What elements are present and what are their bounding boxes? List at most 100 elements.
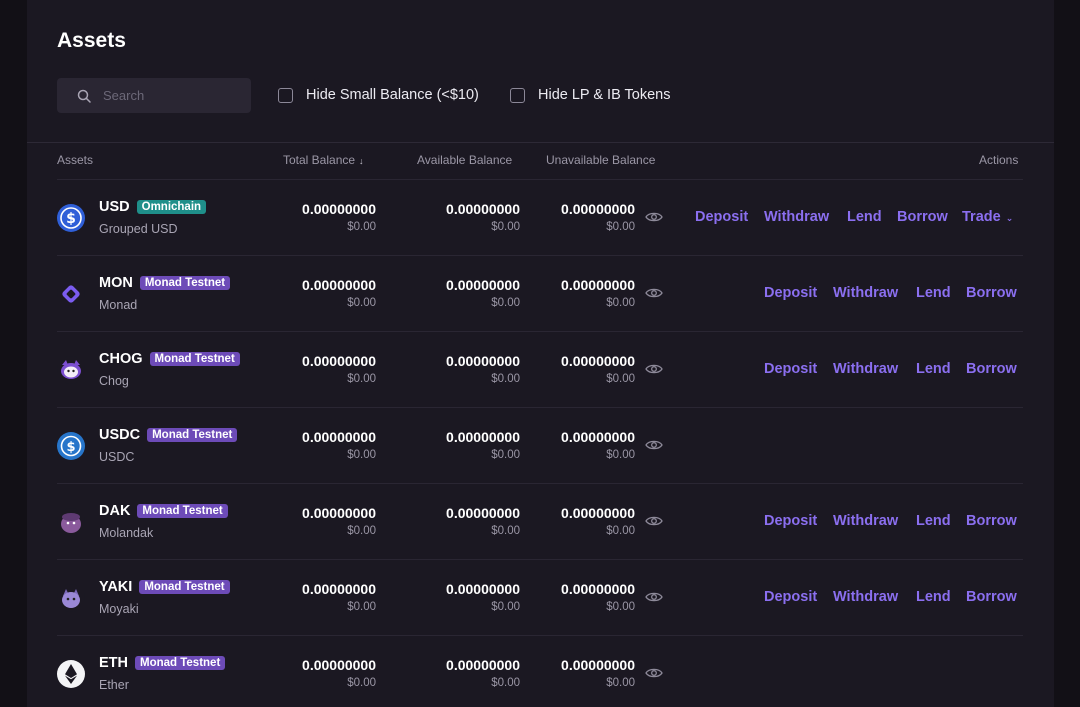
column-header-available-balance: Available Balance — [417, 153, 513, 167]
unavailable-balance-amount: 0.00000000 — [561, 201, 635, 217]
available-balance-amount: 0.00000000 — [446, 201, 520, 217]
hide-lp-tokens-checkbox[interactable] — [510, 87, 525, 103]
total-balance-amount: 0.00000000 — [302, 657, 376, 673]
withdraw-button[interactable]: Withdraw — [833, 513, 898, 529]
lend-label: Lend — [847, 209, 882, 225]
unavailable-balance-cell: 0.00000000 $0.00 — [515, 581, 635, 613]
eye-icon[interactable] — [645, 363, 663, 375]
asset-name: Molandak — [99, 526, 154, 540]
lend-label: Lend — [916, 589, 951, 605]
eye-icon[interactable] — [645, 287, 663, 299]
asset-name: Moyaki — [99, 602, 139, 616]
hide-small-balance-checkbox[interactable] — [278, 87, 293, 103]
total-balance-usd: $0.00 — [347, 373, 376, 385]
total-balance-usd: $0.00 — [347, 449, 376, 461]
hide-small-balance-toggle[interactable]: Hide Small Balance (<$10) — [278, 87, 479, 103]
table-row: $ USDC Monad Testnet USDC 0.00000000 $0.00 … — [57, 407, 1023, 483]
total-balance-amount: 0.00000000 — [302, 429, 376, 445]
sort-desc-icon[interactable]: ↓ — [359, 156, 364, 166]
available-balance-amount: 0.00000000 — [446, 429, 520, 445]
deposit-button[interactable]: Deposit — [764, 513, 817, 529]
borrow-button[interactable]: Borrow — [966, 285, 1017, 301]
withdraw-label: Withdraw — [833, 361, 899, 377]
network-badge: Monad Testnet — [139, 580, 230, 594]
asset-name: Monad — [99, 298, 138, 312]
available-balance-usd: $0.00 — [491, 601, 520, 613]
unavailable-balance-usd: $0.00 — [606, 221, 635, 233]
deposit-label: Deposit — [764, 361, 818, 377]
deposit-button[interactable]: Deposit — [764, 285, 817, 301]
withdraw-button[interactable]: Withdraw — [833, 285, 898, 301]
lend-button[interactable]: Lend — [916, 285, 951, 301]
borrow-button[interactable]: Borrow — [966, 513, 1017, 529]
available-balance-cell: 0.00000000 $0.00 — [400, 353, 520, 385]
asset-symbol: ETH Monad Testnet — [99, 655, 226, 671]
total-balance-cell: 0.00000000 $0.00 — [256, 505, 376, 537]
asset-symbol-text: ETH — [99, 655, 128, 671]
deposit-button[interactable]: Deposit — [695, 209, 748, 225]
unavailable-balance-usd: $0.00 — [606, 449, 635, 461]
trade-label: Trade — [962, 209, 1001, 225]
asset-name: Ether — [99, 678, 129, 692]
eye-icon[interactable] — [645, 667, 663, 679]
available-balance-amount: 0.00000000 — [446, 353, 520, 369]
withdraw-button[interactable]: Withdraw — [764, 209, 829, 225]
available-balance-cell: 0.00000000 $0.00 — [400, 581, 520, 613]
available-balance-usd: $0.00 — [491, 373, 520, 385]
unavailable-balance-amount: 0.00000000 — [561, 505, 635, 521]
available-balance-usd: $0.00 — [491, 449, 520, 461]
lend-button[interactable]: Lend — [916, 513, 951, 529]
network-badge: Monad Testnet — [137, 504, 228, 518]
deposit-button[interactable]: Deposit — [764, 589, 817, 605]
unavailable-balance-usd: $0.00 — [606, 677, 635, 689]
deposit-label: Deposit — [764, 285, 818, 301]
asset-symbol: USDC Monad Testnet — [99, 427, 238, 443]
search-input[interactable] — [103, 88, 233, 103]
borrow-label: Borrow — [966, 513, 1017, 529]
unavailable-balance-cell: 0.00000000 $0.00 — [515, 505, 635, 537]
asset-symbol: USD Omnichain — [99, 199, 207, 215]
eye-icon[interactable] — [645, 515, 663, 527]
total-balance-cell: 0.00000000 $0.00 — [256, 201, 376, 233]
table-row: CHOG Monad Testnet Chog 0.00000000 $0.00 0… — [57, 331, 1023, 407]
asset-symbol-text: DAK — [99, 503, 131, 519]
unavailable-balance-amount: 0.00000000 — [561, 353, 635, 369]
eye-icon[interactable] — [645, 439, 663, 451]
search-box[interactable] — [57, 78, 251, 113]
unavailable-balance-amount: 0.00000000 — [561, 277, 635, 293]
borrow-button[interactable]: Borrow — [966, 361, 1017, 377]
eye-icon[interactable] — [645, 211, 663, 223]
asset-name: Grouped USD — [99, 222, 178, 236]
asset-symbol: YAKI Monad Testnet — [99, 579, 230, 595]
total-balance-amount: 0.00000000 — [302, 277, 376, 293]
eye-icon[interactable] — [645, 591, 663, 603]
molandak-icon — [57, 508, 85, 536]
total-balance-cell: 0.00000000 $0.00 — [256, 657, 376, 689]
deposit-button[interactable]: Deposit — [764, 361, 817, 377]
total-balance-amount: 0.00000000 — [302, 581, 376, 597]
asset-symbol-text: USD — [99, 199, 130, 215]
page-title: Assets — [57, 29, 126, 52]
available-balance-amount: 0.00000000 — [446, 581, 520, 597]
hide-lp-tokens-toggle[interactable]: Hide LP & IB Tokens — [510, 87, 670, 103]
withdraw-button[interactable]: Withdraw — [833, 361, 898, 377]
svg-text:$: $ — [66, 440, 75, 455]
trade-button[interactable]: Trade ⌄ — [962, 209, 1013, 225]
lend-label: Lend — [916, 513, 951, 529]
borrow-button[interactable]: Borrow — [897, 209, 948, 225]
lend-button[interactable]: Lend — [916, 589, 951, 605]
column-header-assets: Assets — [57, 153, 94, 167]
borrow-label: Borrow — [966, 361, 1017, 377]
withdraw-label: Withdraw — [764, 209, 830, 225]
lend-button[interactable]: Lend — [916, 361, 951, 377]
borrow-button[interactable]: Borrow — [966, 589, 1017, 605]
lend-button[interactable]: Lend — [847, 209, 882, 225]
table-row: $ USD Omnichain Grouped USD 0.00000000 $0.0… — [57, 179, 1023, 255]
total-balance-usd: $0.00 — [347, 297, 376, 309]
column-header-total-balance[interactable]: Total Balance ↓ — [283, 153, 364, 167]
chevron-down-icon: ⌄ — [1005, 213, 1014, 223]
total-balance-amount: 0.00000000 — [302, 201, 376, 217]
withdraw-button[interactable]: Withdraw — [833, 589, 898, 605]
available-balance-amount: 0.00000000 — [446, 505, 520, 521]
available-balance-usd: $0.00 — [491, 297, 520, 309]
